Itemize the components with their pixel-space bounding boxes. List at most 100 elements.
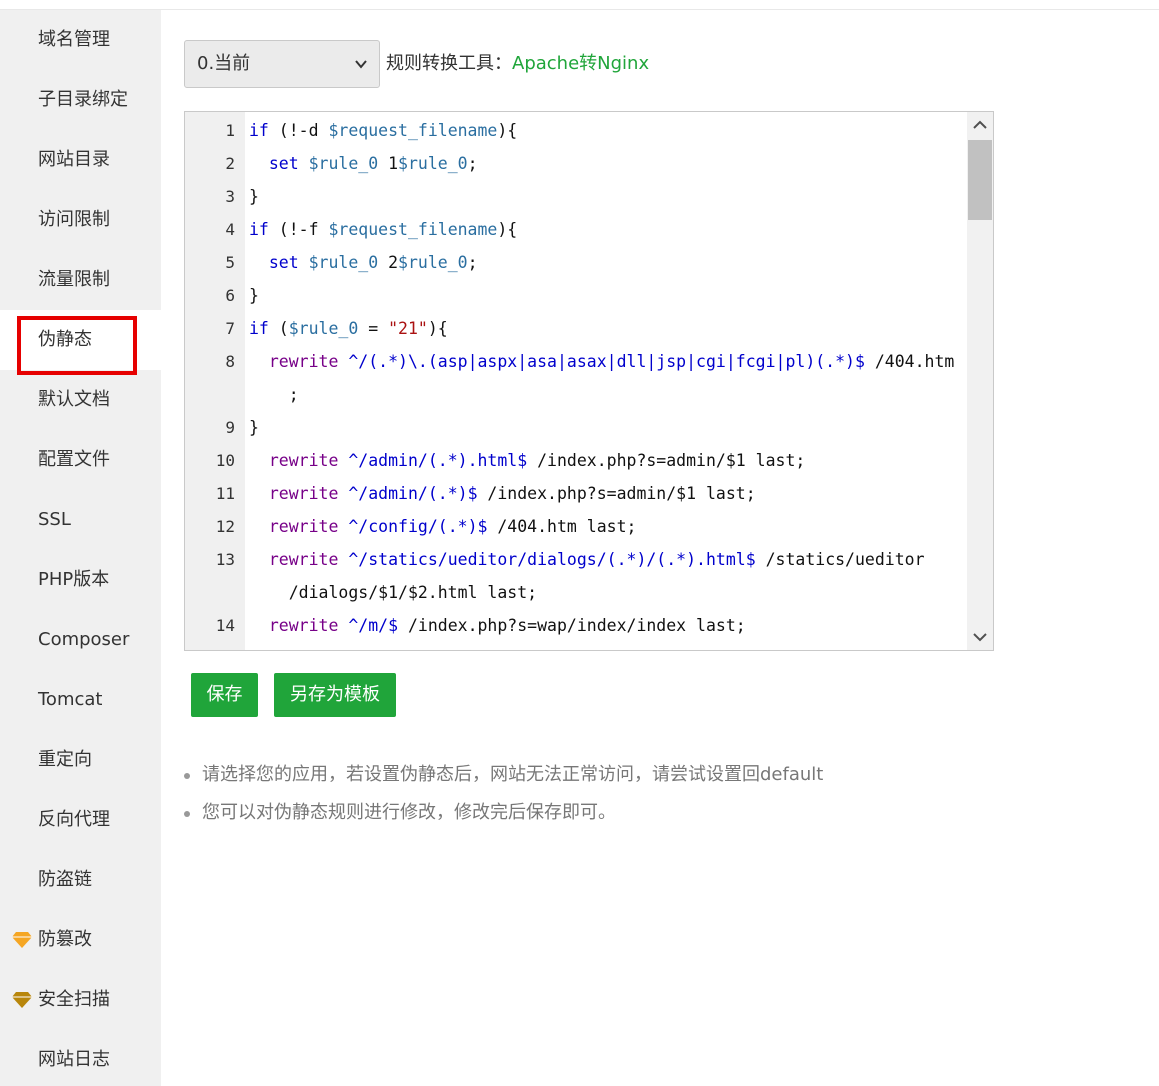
- diamond-icon: [12, 932, 32, 948]
- line-number: 9: [225, 418, 235, 437]
- sidebar-item[interactable]: 防盗链: [0, 850, 161, 910]
- rewrite-code-editor[interactable]: 1 if (!-d $request_filename){ 2 set $rule_…: [184, 111, 994, 651]
- code-token: $rule_0: [398, 154, 468, 173]
- sidebar-item[interactable]: 默认文档: [0, 370, 161, 430]
- sidebar-item[interactable]: Composer: [0, 610, 161, 670]
- line-number: 14: [215, 616, 235, 635]
- sidebar-item-label: 重定向: [38, 749, 92, 770]
- line-number: 4: [225, 220, 235, 239]
- sidebar-item-label: 防盗链: [38, 869, 92, 890]
- sidebar-item-label: 网站日志: [38, 1049, 110, 1070]
- code-token: /index.php?s=wap/index/index last;: [398, 616, 746, 635]
- sidebar-item[interactable]: 访问限制: [0, 190, 161, 250]
- code-token: (: [268, 319, 289, 338]
- sidebar-item[interactable]: PHP版本: [0, 550, 161, 610]
- sidebar-item-label: SSL: [38, 509, 71, 530]
- line-number: 8: [225, 352, 235, 371]
- code-token: /404.htm last;: [487, 517, 637, 536]
- line-number: 10: [215, 451, 235, 470]
- code-line: rewrite ^/admin/(.*)$ /index.php?s=admin…: [249, 477, 963, 510]
- sidebar-item-label: 默认文档: [38, 389, 110, 410]
- sidebar-item-label: 反向代理: [38, 809, 110, 830]
- editor-scrollbar[interactable]: [967, 112, 993, 650]
- code-line: set $rule_0 1$rule_0;: [249, 147, 963, 180]
- code-token: ^/config/(.*)$: [348, 517, 488, 536]
- sidebar-item-label: 访问限制: [38, 209, 110, 230]
- code-token: rewrite: [268, 484, 339, 503]
- sidebar-item[interactable]: 安全扫描: [0, 970, 161, 1030]
- sidebar-item-label: 防篡改: [38, 929, 92, 950]
- sidebar-item[interactable]: 配置文件: [0, 430, 161, 490]
- code-token: ;: [467, 253, 478, 272]
- code-token: $rule_0: [398, 253, 468, 272]
- scroll-down-icon[interactable]: [972, 629, 988, 645]
- line-number: 2: [225, 154, 235, 173]
- tip-item: 您可以对伪静态规则进行修改，修改完后保存即可。: [184, 796, 1084, 834]
- sidebar-item[interactable]: 子目录绑定: [0, 70, 161, 130]
- help-tips: 请选择您的应用，若设置伪静态后，网站无法正常访问，请尝试设置回default 您…: [184, 758, 1084, 834]
- sidebar-item[interactable]: 重定向: [0, 730, 161, 790]
- sidebar-item[interactable]: 防篡改: [0, 910, 161, 970]
- code-token: $rule_0: [308, 253, 379, 272]
- code-token: ){: [427, 319, 448, 338]
- sidebar-item-label: 配置文件: [38, 449, 110, 470]
- code-token: rewrite: [268, 550, 339, 569]
- scroll-up-icon[interactable]: [972, 117, 988, 133]
- code-token: /dialogs/$1/$2.html last;: [249, 583, 538, 602]
- line-number: 3: [225, 187, 235, 206]
- line-number: 6: [225, 286, 235, 305]
- rewrite-template-select[interactable]: 0.当前: [184, 40, 380, 88]
- code-token: ;: [249, 385, 299, 404]
- code-line: set $rule_0 2$rule_0;: [249, 246, 963, 279]
- line-number: 5: [225, 253, 235, 272]
- top-border: [0, 0, 1159, 10]
- sidebar-item-label: 子目录绑定: [38, 89, 128, 110]
- sidebar-item[interactable]: Tomcat: [0, 670, 161, 730]
- save-as-template-button[interactable]: 另存为模板: [274, 673, 396, 717]
- code-token: rewrite: [268, 451, 339, 470]
- line-number: 11: [215, 484, 235, 503]
- apache-to-nginx-link[interactable]: Apache转Nginx: [512, 53, 649, 74]
- sidebar-item[interactable]: 伪静态: [0, 310, 161, 370]
- sidebar-item-label: Tomcat: [38, 689, 103, 710]
- code-token: }: [249, 286, 259, 305]
- save-button[interactable]: 保存: [191, 673, 258, 717]
- line-number: 7: [225, 319, 235, 338]
- code-token: ^/(.*)\.(asp|aspx|asa|asax|dll|jsp|cgi|f…: [348, 352, 865, 371]
- code-line: }: [249, 411, 963, 444]
- code-token: ^/statics/ueditor/dialogs/(.*)/(.*).html…: [348, 550, 756, 569]
- sidebar-item[interactable]: 网站日志: [0, 1030, 161, 1086]
- code-token: set: [268, 253, 299, 272]
- code-line: if (!-d $request_filename){: [249, 114, 963, 147]
- code-token: (!-d: [268, 121, 329, 140]
- sidebar-item[interactable]: 流量限制: [0, 250, 161, 310]
- sidebar-item[interactable]: 域名管理: [0, 10, 161, 70]
- line-number: 13: [215, 550, 235, 569]
- code-token: set: [268, 154, 299, 173]
- code-line: if ($rule_0 = "21"){: [249, 312, 963, 345]
- code-line: rewrite ^/admin/(.*).html$ /index.php?s=…: [249, 444, 963, 477]
- rule-convert-label: 规则转换工具：: [386, 53, 512, 74]
- sidebar-item[interactable]: 网站目录: [0, 130, 161, 190]
- sidebar-item[interactable]: 反向代理: [0, 790, 161, 850]
- rewrite-template-select-value: 0.当前: [197, 53, 251, 74]
- code-token: ^/admin/(.*).html$: [348, 451, 528, 470]
- scrollbar-thumb[interactable]: [968, 140, 992, 220]
- sidebar-item-label: Composer: [38, 629, 130, 650]
- chevron-down-icon: [355, 60, 367, 69]
- sidebar-item-label: 流量限制: [38, 269, 110, 290]
- code-token: 1: [378, 154, 399, 173]
- code-token: ){: [497, 121, 518, 140]
- diamond-icon: [12, 992, 32, 1008]
- sidebar-item[interactable]: SSL: [0, 490, 161, 550]
- code-line: rewrite ^/statics/ueditor/dialogs/(.*)/(…: [249, 543, 963, 576]
